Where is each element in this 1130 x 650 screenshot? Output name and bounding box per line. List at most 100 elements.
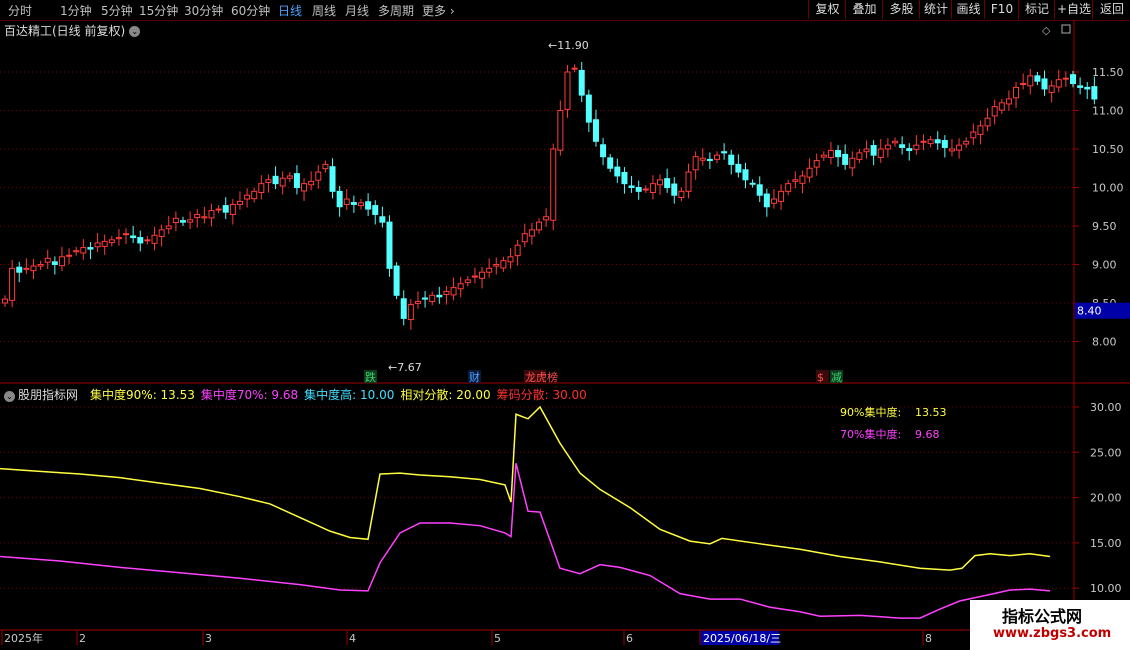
candle-body xyxy=(108,239,115,244)
price-axis-label-0: 11.50 xyxy=(1092,66,1124,79)
date-axis-label-5: 6 xyxy=(626,632,633,645)
candle-body xyxy=(756,184,763,196)
candle-body xyxy=(913,144,920,150)
series-70-line xyxy=(0,462,1051,619)
candle-body xyxy=(201,216,208,219)
candle-body xyxy=(130,235,137,239)
candle-body xyxy=(799,175,806,184)
candle-body xyxy=(970,131,977,139)
candle-body xyxy=(1005,98,1012,105)
candle-body xyxy=(315,171,322,181)
candle-body xyxy=(180,220,186,223)
candle-body xyxy=(44,257,51,263)
candle-body xyxy=(941,140,948,148)
candle-body xyxy=(813,160,820,168)
candle-body xyxy=(763,193,770,208)
date-axis-label-7: 8 xyxy=(925,632,932,645)
candle-body xyxy=(934,139,941,144)
candle-body xyxy=(500,260,507,269)
candle-body xyxy=(165,225,172,230)
event-marker-0: 跌 xyxy=(365,370,376,384)
event-marker-4: 减 xyxy=(831,371,842,384)
candle-body xyxy=(906,148,913,152)
candle-body xyxy=(835,150,842,158)
candle-body xyxy=(806,167,813,178)
date-axis-label-6: 2025/06/18/三 xyxy=(703,632,781,645)
candle-body xyxy=(863,148,870,153)
candle-body xyxy=(400,298,407,319)
candle-body xyxy=(664,178,671,189)
candle-body xyxy=(735,163,742,173)
candle-body xyxy=(678,190,685,199)
candle-body xyxy=(778,190,785,202)
candle-body xyxy=(1091,86,1098,100)
candle-body xyxy=(23,267,30,270)
candle-body xyxy=(80,247,87,254)
candle-body xyxy=(1055,79,1062,88)
candle-body xyxy=(407,304,414,321)
candle-body xyxy=(365,201,372,210)
candle-body xyxy=(393,265,400,296)
candle-body xyxy=(115,237,122,240)
candle-body xyxy=(1034,75,1041,82)
candle-body xyxy=(1077,85,1084,88)
diamond-icon: ◇ xyxy=(1042,24,1051,37)
candle-body xyxy=(37,264,44,267)
indicator-value-1: 集中度70%: 9.68 xyxy=(200,388,299,402)
price-axis-label-1: 11.00 xyxy=(1092,105,1124,118)
candle-body xyxy=(9,267,16,301)
candle-body xyxy=(521,233,528,243)
candle-body xyxy=(265,179,272,183)
date-axis-label-0: 2025年 xyxy=(4,631,43,645)
candle-body xyxy=(251,190,258,200)
indicator-name: 股朋指标网 xyxy=(18,388,79,402)
candle-body xyxy=(635,187,642,192)
candle-body xyxy=(564,71,571,110)
candle-body xyxy=(920,140,927,143)
chevron-down-icon[interactable]: ⌄ xyxy=(4,391,15,402)
candle-body xyxy=(229,203,236,215)
candle-body xyxy=(286,175,293,179)
candle-body xyxy=(877,148,884,158)
candle-body xyxy=(977,125,984,135)
indicator-axis-label-0: 30.00 xyxy=(1090,401,1122,414)
watermark-title: 指标公式网 xyxy=(1002,607,1083,626)
candle-body xyxy=(187,219,194,223)
candle-body xyxy=(372,205,379,215)
candle-body xyxy=(600,144,607,158)
candle-body xyxy=(820,154,827,158)
candle-body xyxy=(550,148,557,221)
indicator-axis-label-4: 10.00 xyxy=(1090,582,1122,595)
indicator-axis-label-1: 25.00 xyxy=(1090,446,1122,459)
candle-body xyxy=(984,117,991,127)
indicator-legend: ⌄ 股朋指标网 集中度90%: 13.53 集中度70%: 9.68 集中度高: 10.… xyxy=(4,386,599,403)
candle-body xyxy=(892,140,898,144)
candle-body xyxy=(998,102,1005,111)
candle-body xyxy=(414,300,421,304)
indicator-value-0: 集中度90%: 13.53 xyxy=(90,388,195,402)
indicator-axis-label-3: 15.00 xyxy=(1090,537,1122,550)
candle-body xyxy=(899,144,906,148)
candle-body xyxy=(436,294,443,298)
candle-body xyxy=(244,194,251,200)
candle-body xyxy=(528,229,535,237)
candle-body xyxy=(827,150,834,158)
candle-body xyxy=(657,179,664,186)
candle-body xyxy=(963,140,970,145)
candle-body xyxy=(621,171,628,185)
candle-body xyxy=(592,119,599,142)
low-price-label: ←7.67 xyxy=(388,361,422,374)
candle-body xyxy=(379,216,386,223)
inset-series-value-1: 9.68 xyxy=(915,428,940,441)
cursor-price-label: 8.40 xyxy=(1077,305,1102,318)
candle-body xyxy=(543,216,550,221)
candle-body xyxy=(386,221,393,269)
candle-body xyxy=(714,154,720,160)
candle-body xyxy=(236,200,243,205)
date-axis-label-2: 3 xyxy=(205,632,212,645)
kline-chart-canvas[interactable]: 11.5011.0010.5010.009.509.008.508.008.40… xyxy=(0,0,1130,650)
date-axis-label-4: 5 xyxy=(494,632,501,645)
candle-body xyxy=(2,298,8,304)
candle-body xyxy=(66,254,73,257)
candle-body xyxy=(571,67,578,70)
